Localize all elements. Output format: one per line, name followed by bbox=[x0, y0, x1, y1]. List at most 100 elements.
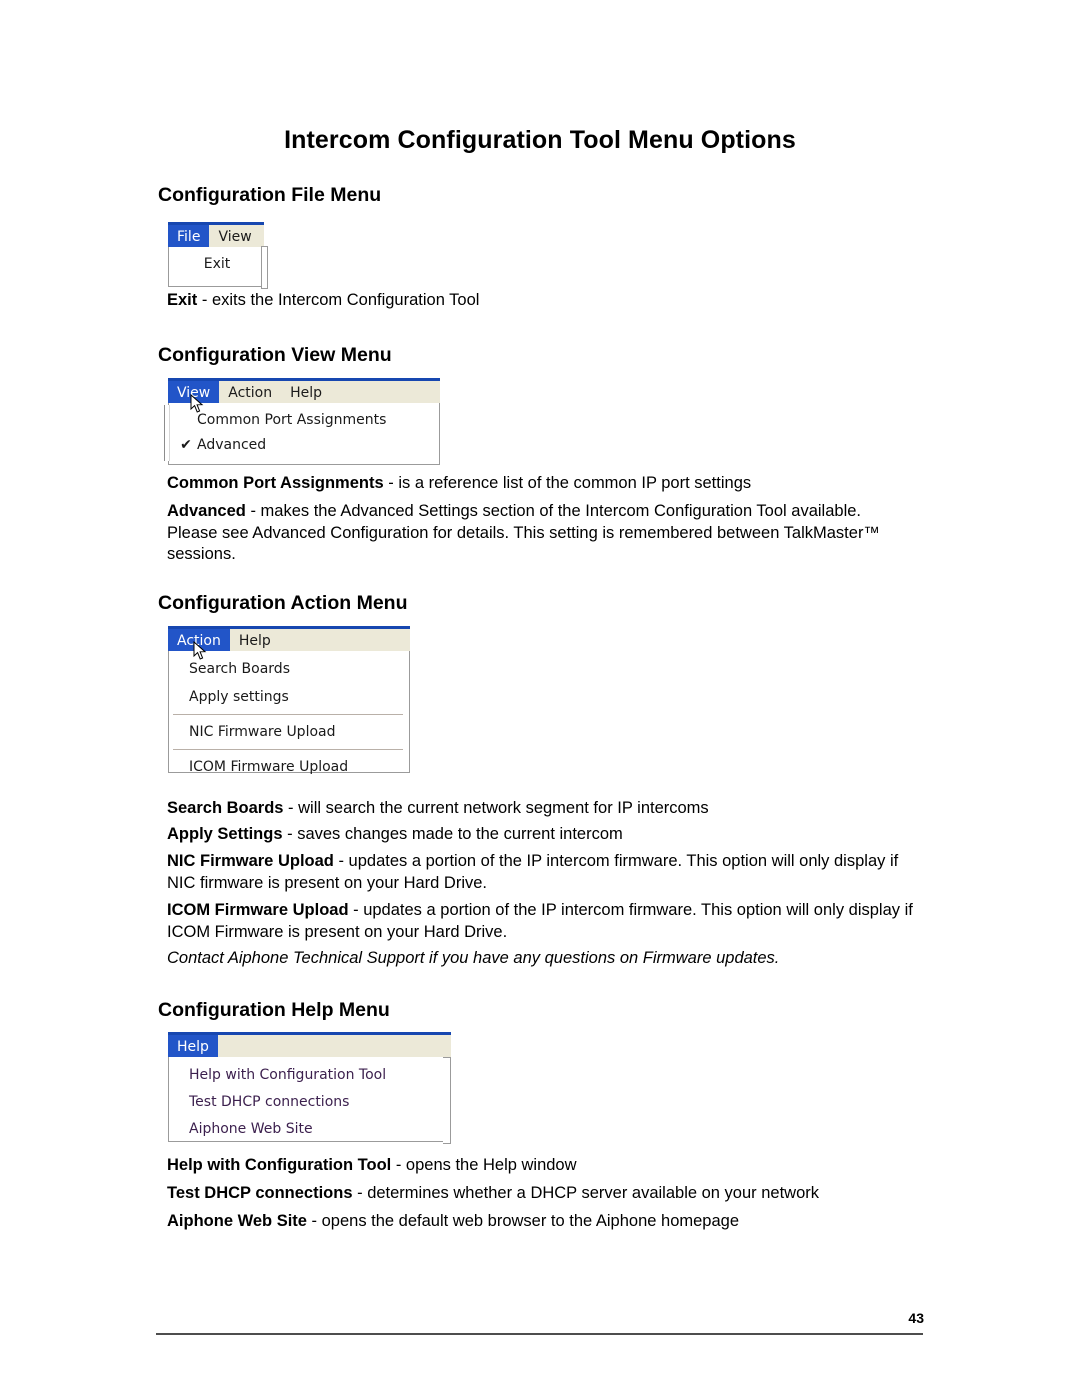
menu-item-help-with-configuration-tool[interactable]: Help with Configuration Tool bbox=[169, 1061, 444, 1088]
section-heading-file: Configuration File Menu bbox=[158, 184, 382, 206]
description-common-port-assignments-dash: - bbox=[383, 474, 399, 492]
menubar-item-help[interactable]: Help bbox=[168, 1035, 218, 1057]
menu-item-common-port-assignments[interactable]: Common Port Assignments bbox=[169, 407, 439, 432]
menu-item-exit[interactable]: Exit bbox=[169, 251, 263, 276]
menu-item-apply-settings[interactable]: Apply settings bbox=[169, 683, 409, 711]
window-edge-fragment bbox=[164, 405, 170, 461]
action-menubar: Action Help bbox=[168, 626, 410, 651]
description-help-with-configuration-tool-text: opens the Help window bbox=[405, 1156, 577, 1174]
window-edge-fragment bbox=[443, 1057, 451, 1144]
menu-item-test-dhcp-connections-label: Test DHCP connections bbox=[189, 1093, 350, 1110]
description-common-port-assignments-term: Common Port Assignments bbox=[167, 474, 384, 492]
description-help-with-configuration-tool: Help with Configuration Tool - opens the… bbox=[167, 1155, 909, 1177]
description-nic-firmware-upload: NIC Firmware Upload - updates a portion … bbox=[167, 851, 913, 894]
menu-item-test-dhcp-connections[interactable]: Test DHCP connections bbox=[169, 1088, 444, 1115]
menubar-item-help-label: Help bbox=[290, 385, 323, 401]
menu-item-nic-firmware-upload-label: NIC Firmware Upload bbox=[189, 724, 336, 740]
page-title: Intercom Configuration Tool Menu Options bbox=[284, 126, 796, 154]
document-page: Intercom Configuration Tool Menu Options… bbox=[0, 0, 1080, 1397]
help-menubar: Help bbox=[168, 1032, 451, 1057]
description-aiphone-web-site: Aiphone Web Site - opens the default web… bbox=[167, 1211, 909, 1233]
menu-separator bbox=[173, 749, 403, 750]
description-exit-text: exits the Intercom Configuration Tool bbox=[211, 291, 480, 309]
menu-item-aiphone-web-site-label: Aiphone Web Site bbox=[189, 1120, 313, 1137]
description-test-dhcp-connections: Test DHCP connections - determines wheth… bbox=[167, 1183, 927, 1205]
window-edge-fragment bbox=[261, 246, 268, 289]
description-advanced-text: makes the Advanced Settings section of t… bbox=[167, 502, 880, 563]
description-apply-settings-term: Apply Settings bbox=[167, 825, 283, 843]
menu-item-advanced-label: Advanced bbox=[197, 436, 267, 453]
menubar-item-view[interactable]: View bbox=[168, 381, 220, 403]
menubar-item-action-label: Action bbox=[228, 385, 273, 401]
action-dropdown: Search Boards Apply settings NIC Firmwar… bbox=[168, 651, 410, 775]
file-menu-screenshot: File View Exit bbox=[168, 222, 268, 289]
description-help-with-configuration-tool-term: Help with Configuration Tool bbox=[167, 1156, 392, 1174]
menubar-item-view[interactable]: View bbox=[209, 225, 260, 247]
help-menu-screenshot: Help Help with Configuration Tool Test D… bbox=[168, 1032, 451, 1144]
menubar-item-help-label: Help bbox=[177, 1039, 209, 1055]
description-test-dhcp-connections-text: determines whether a DHCP server availab… bbox=[367, 1184, 820, 1202]
section-heading-action: Configuration Action Menu bbox=[158, 592, 408, 614]
description-search-boards-dash: - bbox=[283, 799, 299, 817]
description-advanced-term: Advanced bbox=[167, 502, 246, 520]
page-number: 43 bbox=[908, 1310, 924, 1326]
description-search-boards-text: will search the current network segment … bbox=[298, 799, 709, 817]
menu-item-icom-firmware-upload[interactable]: ICOM Firmware Upload bbox=[169, 753, 409, 781]
footer-divider bbox=[156, 1333, 923, 1335]
menubar-item-action[interactable]: Action bbox=[219, 381, 281, 403]
menu-item-common-port-assignments-label: Common Port Assignments bbox=[197, 411, 387, 428]
menu-item-help-with-configuration-tool-label: Help with Configuration Tool bbox=[189, 1066, 387, 1083]
description-aiphone-web-site-text: opens the default web browser to the Aip… bbox=[321, 1212, 740, 1230]
description-search-boards: Search Boards - will search the current … bbox=[167, 798, 909, 820]
help-dropdown: Help with Configuration Tool Test DHCP c… bbox=[168, 1057, 451, 1144]
description-common-port-assignments-text: is a reference list of the common IP por… bbox=[398, 474, 752, 492]
description-icom-firmware-upload: ICOM Firmware Upload - updates a portion… bbox=[167, 900, 913, 943]
description-help-with-configuration-tool-dash: - bbox=[391, 1156, 406, 1174]
description-advanced: Advanced - makes the Advanced Settings s… bbox=[167, 501, 909, 566]
description-advanced-dash: - bbox=[245, 502, 261, 520]
menubar-item-help-label: Help bbox=[238, 633, 271, 649]
description-aiphone-web-site-term: Aiphone Web Site bbox=[167, 1212, 307, 1230]
menu-item-exit-label: Exit bbox=[203, 255, 231, 272]
description-common-port-assignments: Common Port Assignments - is a reference… bbox=[167, 473, 909, 495]
description-icom-firmware-upload-term: ICOM Firmware Upload bbox=[167, 901, 349, 919]
firmware-support-note: Contact Aiphone Technical Support if you… bbox=[167, 949, 780, 967]
description-apply-settings: Apply Settings - saves changes made to t… bbox=[167, 824, 909, 846]
action-menu-screenshot: Action Help Search Boards Apply settings… bbox=[168, 626, 410, 775]
menubar-item-help[interactable]: Help bbox=[230, 629, 280, 651]
menubar-item-help[interactable]: Help bbox=[281, 381, 331, 403]
description-exit: Exit - exits the Intercom Configuration … bbox=[167, 290, 909, 312]
description-apply-settings-text: saves changes made to the current interc… bbox=[297, 825, 623, 843]
section-heading-help: Configuration Help Menu bbox=[158, 999, 390, 1021]
menubar-item-file-label: File bbox=[177, 229, 201, 245]
menubar-item-view-label: View bbox=[218, 229, 252, 245]
section-heading-view: Configuration View Menu bbox=[158, 344, 392, 366]
description-aiphone-web-site-dash: - bbox=[306, 1212, 322, 1230]
view-menu-screenshot: View Action Help Common Port Assignments… bbox=[164, 378, 440, 465]
menu-item-advanced[interactable]: ✔ Advanced bbox=[169, 432, 439, 457]
file-dropdown: Exit bbox=[168, 246, 268, 289]
description-exit-term: Exit bbox=[167, 291, 198, 309]
description-search-boards-term: Search Boards bbox=[167, 799, 284, 817]
description-test-dhcp-connections-dash: - bbox=[352, 1184, 368, 1202]
view-dropdown: Common Port Assignments ✔ Advanced bbox=[164, 403, 440, 465]
menu-item-apply-settings-label: Apply settings bbox=[189, 689, 289, 705]
description-apply-settings-dash: - bbox=[282, 825, 298, 843]
view-menubar: View Action Help bbox=[168, 378, 440, 403]
menu-item-aiphone-web-site[interactable]: Aiphone Web Site bbox=[169, 1115, 444, 1142]
description-icom-firmware-upload-dash: - bbox=[348, 901, 364, 919]
description-test-dhcp-connections-term: Test DHCP connections bbox=[167, 1184, 353, 1202]
menubar-item-action-label: Action bbox=[177, 633, 221, 649]
menubar-item-action[interactable]: Action bbox=[168, 629, 230, 651]
description-nic-firmware-upload-term: NIC Firmware Upload bbox=[167, 852, 334, 870]
description-nic-firmware-upload-dash: - bbox=[333, 852, 349, 870]
menu-separator bbox=[173, 714, 403, 715]
menu-item-search-boards[interactable]: Search Boards bbox=[169, 655, 409, 683]
menubar-item-file[interactable]: File bbox=[168, 225, 210, 247]
menu-item-icom-firmware-upload-label: ICOM Firmware Upload bbox=[189, 759, 349, 775]
checkmark-icon: ✔ bbox=[180, 436, 192, 453]
menu-item-nic-firmware-upload[interactable]: NIC Firmware Upload bbox=[169, 718, 409, 746]
menu-item-search-boards-label: Search Boards bbox=[189, 661, 290, 677]
menubar-item-view-label: View bbox=[177, 385, 211, 401]
file-menubar: File View bbox=[168, 222, 264, 247]
